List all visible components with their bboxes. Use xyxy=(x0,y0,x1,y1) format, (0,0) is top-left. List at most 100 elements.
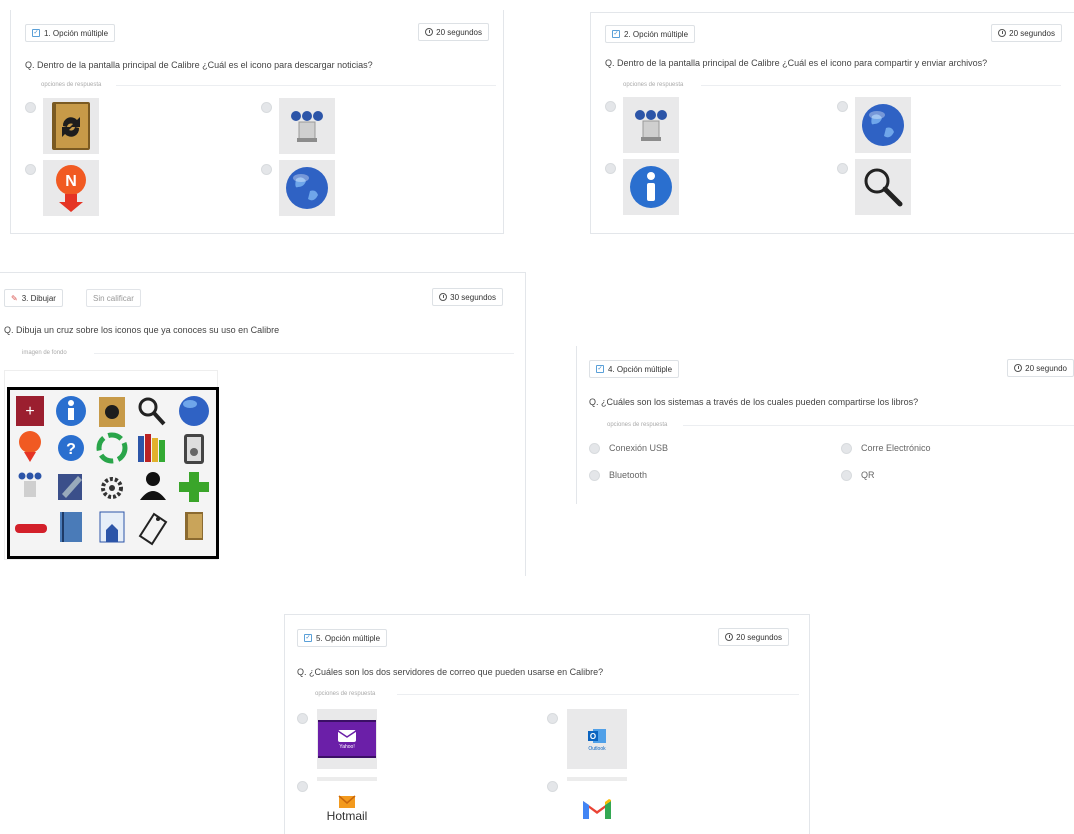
search-icon xyxy=(864,168,903,207)
drawing-canvas[interactable]: + ? xyxy=(4,370,219,560)
answer-option-3[interactable] xyxy=(623,159,679,215)
fetch-news-icon xyxy=(19,431,41,462)
svg-text:+: + xyxy=(25,403,34,420)
question-type-label: 3. Dibujar xyxy=(21,293,56,303)
yahoo-label: Yahoo! xyxy=(339,743,355,750)
question-card-3: ✎ 3. Dibujar Sin calificar 30 segundos Q… xyxy=(0,272,526,576)
checkbox-icon: ✓ xyxy=(32,29,40,37)
ungraded-badge: Sin calificar xyxy=(86,289,141,307)
question-card-4: ✓ 4. Opción múltiple 20 segundo Q. ¿Cuál… xyxy=(576,346,1074,504)
section-label: opciones de respuesta xyxy=(607,422,668,428)
connect-share-icon xyxy=(18,472,42,497)
yahoo-mail-icon: Yahoo! xyxy=(318,720,376,758)
answer-radio-3[interactable] xyxy=(25,164,36,175)
checkbox-icon: ✓ xyxy=(596,365,604,373)
answer-radio-1[interactable] xyxy=(589,443,600,454)
answer-option-2[interactable] xyxy=(855,97,911,153)
answer-option-4[interactable] xyxy=(855,159,911,215)
answer-radio-2[interactable] xyxy=(837,101,848,112)
answer-radio-3[interactable] xyxy=(589,470,600,481)
divider xyxy=(94,353,514,354)
answer-radio-4[interactable] xyxy=(841,470,852,481)
answer-radio-1[interactable] xyxy=(25,102,36,113)
device-icon xyxy=(184,434,204,464)
preferences-icon xyxy=(101,477,123,499)
answer-option-1[interactable]: Yahoo! xyxy=(317,709,377,769)
clock-icon xyxy=(439,293,448,301)
answer-option-1[interactable]: Conexión USB xyxy=(609,443,668,453)
globe-icon xyxy=(862,104,904,146)
question-type-badge: ✓ 5. Opción múltiple xyxy=(297,629,388,647)
answer-radio-1[interactable] xyxy=(297,713,308,724)
answer-radio-2[interactable] xyxy=(841,443,852,454)
checkbox-icon: ✓ xyxy=(612,30,620,38)
answer-option-2[interactable]: O Outlook xyxy=(567,709,627,769)
connect-share-icon xyxy=(291,111,323,142)
section-label: imagen de fondo xyxy=(22,350,67,356)
section-label: opciones de respuesta xyxy=(41,82,102,88)
user-icon xyxy=(140,472,166,500)
info-icon xyxy=(630,166,672,208)
answer-radio-2[interactable] xyxy=(547,713,558,724)
answer-radio-2[interactable] xyxy=(261,102,272,113)
fetch-news-icon: N xyxy=(56,165,86,212)
answer-option-2[interactable] xyxy=(279,98,335,154)
info-icon xyxy=(56,396,86,426)
answer-radio-3[interactable] xyxy=(297,781,308,792)
hotmail-label: Hotmail xyxy=(326,809,368,823)
search-icon xyxy=(138,397,166,426)
question-type-badge: ✓ 4. Opción múltiple xyxy=(589,360,680,378)
answer-radio-4[interactable] xyxy=(547,781,558,792)
answer-radio-4[interactable] xyxy=(837,163,848,174)
question-card-5: ✓ 5. Opción múltiple 20 segundos Q. ¿Cuá… xyxy=(284,614,810,834)
time-badge: 20 segundos xyxy=(418,23,489,41)
answer-radio-4[interactable] xyxy=(261,164,272,175)
time-label: 20 segundos xyxy=(1009,28,1055,38)
answer-option-4[interactable] xyxy=(567,777,627,834)
answer-option-3[interactable]: N xyxy=(43,160,99,216)
answer-radio-1[interactable] xyxy=(605,101,616,112)
library-icon xyxy=(138,434,165,462)
connect-share-icon xyxy=(635,110,667,141)
question-type-badge: ✓ 2. Opción múltiple xyxy=(605,25,696,43)
question-text: Q. Dibuja un cruz sobre los iconos que y… xyxy=(4,325,280,335)
time-badge: 20 segundos xyxy=(991,24,1062,42)
question-card-1: ✓ 1. Opción múltiple 20 segundos Q. Dent… xyxy=(10,10,504,234)
question-text: Q. ¿Cuáles son los dos servidores de cor… xyxy=(297,667,604,677)
clock-icon xyxy=(1014,364,1023,372)
background-image: + ? xyxy=(7,387,219,559)
hotmail-icon xyxy=(338,795,356,808)
answer-radio-3[interactable] xyxy=(605,163,616,174)
divider xyxy=(701,85,1061,86)
question-type-badge: ✎ 3. Dibujar xyxy=(4,289,63,307)
divider xyxy=(116,85,496,86)
answer-option-2[interactable]: Corre Electrónico xyxy=(861,443,931,453)
book-icon xyxy=(185,512,203,540)
time-badge: 30 segundos xyxy=(432,288,503,306)
answer-option-3[interactable]: Hotmail xyxy=(317,777,377,834)
time-label: 30 segundos xyxy=(450,292,496,302)
clock-icon xyxy=(725,633,734,641)
tag-icon xyxy=(138,512,168,546)
time-label: 20 segundos xyxy=(436,27,482,37)
answer-option-4[interactable]: QR xyxy=(861,470,875,480)
checkbox-icon: ✓ xyxy=(304,634,312,642)
answer-option-4[interactable] xyxy=(279,160,335,216)
time-badge: 20 segundos xyxy=(718,628,789,646)
time-label: 20 segundos xyxy=(736,632,782,642)
outlook-icon: O xyxy=(588,728,606,743)
question-text: Q. Dentro de la pantalla principal de Ca… xyxy=(25,60,373,70)
question-text: Q. Dentro de la pantalla principal de Ca… xyxy=(605,58,988,68)
plus-icon xyxy=(179,472,209,502)
question-type-badge: ✓ 1. Opción múltiple xyxy=(25,24,116,42)
section-label: opciones de respuesta xyxy=(623,82,684,88)
answer-option-1[interactable] xyxy=(623,97,679,153)
question-type-label: 4. Opción múltiple xyxy=(608,364,673,374)
divider xyxy=(683,425,1074,426)
answer-option-1[interactable] xyxy=(43,98,99,154)
answer-option-3[interactable]: Bluetooth xyxy=(609,470,647,480)
calibre-icons-grid: + ? xyxy=(10,390,216,556)
globe-icon xyxy=(179,396,209,426)
draw-icon: ✎ xyxy=(11,293,18,303)
svg-text:N: N xyxy=(65,173,77,190)
